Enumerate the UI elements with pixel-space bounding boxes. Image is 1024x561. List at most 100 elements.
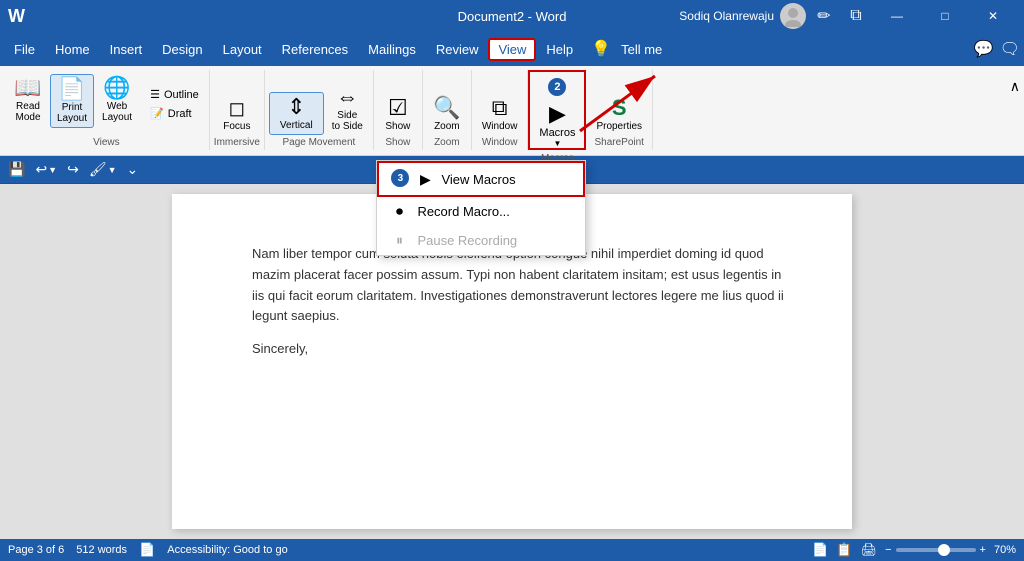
ribbon: 📖 ReadMode 📄 PrintLayout 🌐 WebLayout ☰ O… bbox=[0, 66, 1024, 156]
outline-button[interactable]: ☰ Outline bbox=[144, 86, 205, 103]
accessibility-status: Accessibility: Good to go bbox=[167, 544, 287, 556]
record-macro-label: Record Macro... bbox=[417, 204, 509, 219]
undo-qa-button[interactable]: ↩ ▼ bbox=[31, 159, 61, 180]
print-layout-label: PrintLayout bbox=[57, 102, 87, 124]
restore-icon[interactable]: ⧉ bbox=[842, 2, 870, 30]
ribbon-group-zoom: 🔍 Zoom Zoom bbox=[423, 70, 472, 150]
ribbon-collapse-button[interactable]: ∧ bbox=[1006, 70, 1024, 99]
zoom-button[interactable]: 🔍 Zoom bbox=[427, 94, 467, 135]
window-controls: — □ ✕ bbox=[874, 2, 1016, 30]
share-icons: 💬 🗨 bbox=[974, 39, 1020, 59]
avatar bbox=[780, 3, 806, 29]
zoom-minus-icon[interactable]: − bbox=[885, 544, 891, 556]
pen-icon[interactable]: ✏ bbox=[810, 2, 838, 30]
qa-more-button[interactable]: ⌄ bbox=[123, 159, 143, 180]
zoom-slider[interactable]: − + bbox=[885, 544, 986, 556]
menu-bar: File Home Insert Design Layout Reference… bbox=[0, 32, 1024, 66]
word-logo-icon: W bbox=[8, 6, 25, 27]
paragraph-1: Nam liber tempor cum soluta nobis eleife… bbox=[252, 244, 792, 327]
read-mode-icon: 📖 bbox=[14, 77, 41, 99]
pause-recording-icon: ⏸ bbox=[389, 232, 409, 249]
view-mode-icon-1[interactable]: 📄 bbox=[812, 542, 828, 558]
page-movement-items: ⇕ Vertical ⇔ Sideto Side bbox=[269, 70, 369, 135]
view-macros-row: 3 ▶ View Macros bbox=[391, 169, 571, 189]
print-layout-button[interactable]: 📄 PrintLayout bbox=[50, 74, 94, 128]
paragraph-2: Sincerely, bbox=[252, 339, 792, 360]
draft-button[interactable]: 📝 Draft bbox=[144, 105, 205, 122]
zoom-icon: 🔍 bbox=[433, 97, 460, 119]
zoom-thumb bbox=[938, 544, 950, 556]
menu-mailings[interactable]: Mailings bbox=[358, 38, 426, 61]
view-mode-icon-3[interactable]: 🖨 bbox=[861, 542, 878, 558]
focus-button[interactable]: ◻ Focus bbox=[217, 96, 257, 135]
view-mode-icon-2[interactable]: 📋 bbox=[836, 542, 852, 558]
ribbon-group-macros: 2 ▶ Macros ▼ Macros 3 ▶ View Macros bbox=[528, 70, 586, 150]
show-button[interactable]: ☑ Show bbox=[378, 94, 418, 135]
sharepoint-s-icon: S bbox=[612, 97, 627, 119]
menu-help[interactable]: Help bbox=[536, 38, 583, 61]
pause-recording-item: ⏸ Pause Recording bbox=[377, 226, 585, 255]
share-icon[interactable]: 💬 bbox=[974, 39, 994, 59]
immersive-items: ◻ Focus bbox=[217, 70, 257, 135]
window-button[interactable]: ⧉ Window bbox=[476, 94, 524, 135]
ribbon-group-views: 📖 ReadMode 📄 PrintLayout 🌐 WebLayout ☰ O… bbox=[4, 70, 210, 150]
properties-button[interactable]: S Properties bbox=[590, 94, 648, 135]
ribbon-group-window: ⧉ Window Window bbox=[472, 70, 529, 150]
macros-dropdown-arrow: ▼ bbox=[553, 139, 561, 148]
print-layout-icon: 📄 bbox=[58, 78, 85, 100]
focus-icon: ◻ bbox=[229, 99, 246, 119]
macros-button[interactable]: ▶ Macros ▼ bbox=[532, 100, 582, 151]
web-layout-button[interactable]: 🌐 WebLayout bbox=[96, 74, 138, 126]
minimize-button[interactable]: — bbox=[874, 2, 920, 30]
view-macros-item[interactable]: 3 ▶ View Macros bbox=[377, 161, 585, 197]
zoom-items: 🔍 Zoom bbox=[427, 70, 467, 135]
title-bar-left: W bbox=[8, 6, 29, 27]
comments-icon[interactable]: 🗨 bbox=[1000, 39, 1020, 59]
word-count: 512 words bbox=[76, 544, 127, 556]
title-bar-right: Sodiq Olanrewaju ✏ ⧉ — □ ✕ bbox=[679, 2, 1016, 30]
menu-file[interactable]: File bbox=[4, 38, 45, 61]
menu-design[interactable]: Design bbox=[152, 38, 212, 61]
close-button[interactable]: ✕ bbox=[970, 2, 1016, 30]
maximize-button[interactable]: □ bbox=[922, 2, 968, 30]
menu-view[interactable]: View bbox=[488, 38, 536, 61]
macros-items: 2 ▶ Macros ▼ bbox=[532, 74, 582, 151]
vertical-button[interactable]: ⇕ Vertical bbox=[269, 92, 324, 135]
format-painter-qa-button[interactable]: 🖌 ▼ bbox=[85, 159, 121, 180]
side-to-side-label: Sideto Side bbox=[332, 110, 363, 132]
read-mode-button[interactable]: 📖 ReadMode bbox=[8, 74, 48, 126]
web-layout-icon: 🌐 bbox=[103, 77, 130, 99]
draft-icon: 📝 bbox=[150, 107, 164, 120]
tell-me[interactable]: Tell me bbox=[611, 38, 672, 61]
record-macro-item[interactable]: ⏺ Record Macro... bbox=[377, 197, 585, 226]
user-area: Sodiq Olanrewaju bbox=[679, 3, 806, 29]
status-bar: Page 3 of 6 512 words 📄 Accessibility: G… bbox=[0, 539, 1024, 561]
vertical-label: Vertical bbox=[280, 120, 313, 131]
view-macros-icon: ▶ bbox=[415, 171, 435, 188]
menu-layout[interactable]: Layout bbox=[213, 38, 272, 61]
macros-icon: ▶ bbox=[549, 103, 566, 125]
zoom-plus-icon[interactable]: + bbox=[980, 544, 986, 556]
properties-group-label: SharePoint bbox=[594, 135, 643, 150]
menu-references[interactable]: References bbox=[272, 38, 358, 61]
redo-qa-button[interactable]: ↪ bbox=[63, 159, 83, 180]
zoom-level[interactable]: 70% bbox=[994, 544, 1016, 556]
show-group-label: Show bbox=[385, 135, 410, 150]
status-right: 📄 📋 🖨 − + 70% bbox=[812, 542, 1016, 558]
save-qa-button[interactable]: 💾 bbox=[4, 159, 29, 180]
menu-insert[interactable]: Insert bbox=[100, 38, 153, 61]
side-to-side-button[interactable]: ⇔ Sideto Side bbox=[326, 83, 369, 135]
side-to-side-icon: ⇔ bbox=[336, 86, 358, 108]
page-icon: 📄 bbox=[139, 542, 155, 558]
views-group-label: Views bbox=[93, 135, 120, 150]
menu-home[interactable]: Home bbox=[45, 38, 100, 61]
draft-label: Draft bbox=[168, 108, 192, 120]
window-group-label: Window bbox=[482, 135, 518, 150]
immersive-group-label: Immersive bbox=[214, 135, 260, 150]
menu-review[interactable]: Review bbox=[426, 38, 489, 61]
zoom-track bbox=[896, 548, 976, 552]
show-label: Show bbox=[385, 121, 410, 132]
macros-badge-2: 2 bbox=[548, 78, 566, 96]
ribbon-group-show: ☑ Show Show bbox=[374, 70, 423, 150]
lightbulb-icon: 💡 bbox=[591, 39, 611, 59]
